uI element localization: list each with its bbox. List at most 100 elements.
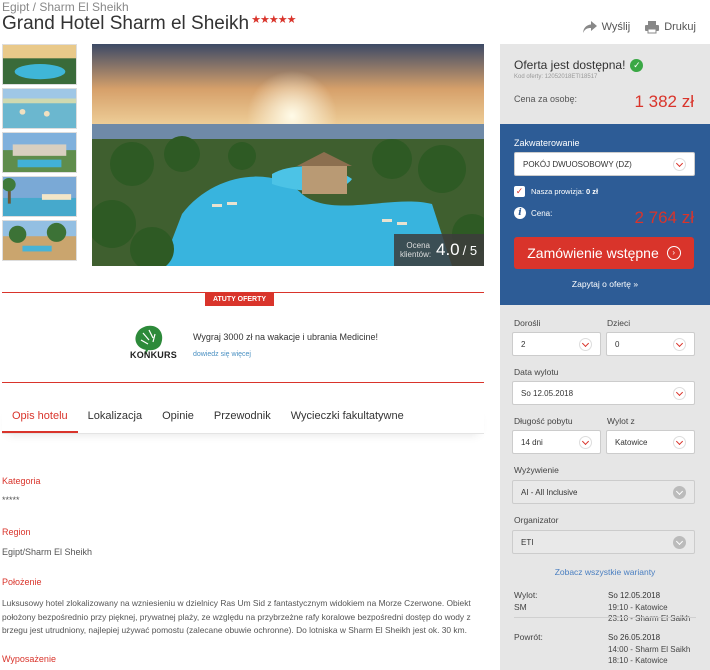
rating-max: / 5 xyxy=(462,242,478,258)
section-heading-region: Region xyxy=(2,527,31,537)
chevron-down-icon xyxy=(673,157,686,171)
commission-checkbox[interactable]: ✓ xyxy=(514,186,525,197)
hotel-photo xyxy=(92,44,484,266)
order-button[interactable]: Zamówienie wstępne › xyxy=(514,237,694,269)
departure-date-select[interactable]: So 12.05.2018 xyxy=(512,381,695,405)
departure-from-value: Katowice xyxy=(615,437,648,447)
return-line1: 14:00 - Sharm El Saikh xyxy=(608,644,691,654)
page-title: Grand Hotel Sharm el Sheikh ★★★★★ xyxy=(2,13,296,35)
printer-icon xyxy=(645,21,660,34)
outbound-line1: 19:10 - Katowice xyxy=(608,602,668,612)
share-arrow-icon xyxy=(582,21,597,33)
main-photo[interactable]: Ocena klientów: 4.0 / 5 xyxy=(92,44,484,266)
gallery-thumbnail[interactable] xyxy=(2,220,77,261)
board-select[interactable]: AI - All Inclusive xyxy=(512,480,695,504)
departure-date-label: Data wylotu xyxy=(514,367,559,377)
divider xyxy=(514,617,696,618)
accommodation-select[interactable]: POKÓJ DWUOSOBOWY (DZ) xyxy=(514,152,695,176)
return-details: So 26.05.2018 14:00 - Sharm El Saikh 18:… xyxy=(608,632,690,667)
tab-opis-hotelu[interactable]: Opis hotelu xyxy=(2,404,78,433)
header-actions: Wyślij Drukuj xyxy=(582,20,696,34)
order-button-label: Zamówienie wstępne xyxy=(527,245,659,261)
konkurs-logo: KONKURS xyxy=(125,324,185,364)
outbound-label-text: Wylot: xyxy=(514,590,538,600)
check-circle-icon: ✓ xyxy=(630,58,644,72)
see-all-variants-link[interactable]: Zobacz wszystkie warianty xyxy=(500,567,710,577)
children-value: 0 xyxy=(615,339,620,349)
duration-label: Długość pobytu xyxy=(514,416,573,426)
return-date: So 26.05.2018 xyxy=(608,633,661,642)
total-price: 2 764 zł xyxy=(634,208,694,227)
gallery-thumbnail[interactable] xyxy=(2,176,77,217)
organizer-select[interactable]: ETI xyxy=(512,530,695,554)
return-line2: 18:10 - Katowice xyxy=(608,656,668,665)
adults-select[interactable]: 2 xyxy=(512,332,601,356)
outbound-line2: 23:10 - Sharm El Saikh xyxy=(608,614,691,623)
gallery-thumbnail[interactable] xyxy=(2,132,77,173)
availability-text: Oferta jest dostępna! xyxy=(514,58,626,72)
chevron-down-icon xyxy=(579,435,592,449)
rating-label-line1: Ocena xyxy=(406,241,430,250)
rating-label-line2: klientów: xyxy=(400,250,432,259)
departure-date-value: So 12.05.2018 xyxy=(521,388,574,398)
info-icon[interactable]: i xyxy=(514,207,526,219)
promo-text: Wygraj 3000 zł na wakacje i ubrania Medi… xyxy=(193,332,379,342)
rating-label: Ocena klientów: xyxy=(400,241,432,259)
outbound-label: Wylot: SM xyxy=(514,589,538,613)
divider xyxy=(2,382,484,383)
hotel-name: Grand Hotel Sharm el Sheikh xyxy=(2,13,250,34)
chevron-down-icon xyxy=(673,386,686,400)
children-label: Dzieci xyxy=(607,318,631,328)
total-label: Cena: xyxy=(531,209,553,218)
adults-label: Dorośli xyxy=(514,318,541,328)
chevron-down-icon xyxy=(673,535,686,549)
availability-status: Oferta jest dostępna! ✓ xyxy=(514,58,644,72)
booking-sidebar: Oferta jest dostępna! ✓ Kod oferty: 1205… xyxy=(500,44,710,670)
polozenie-text: Luksusowy hotel zlokalizowany na wzniesi… xyxy=(2,598,471,635)
chevron-right-icon: › xyxy=(666,246,681,260)
tab-wycieczki[interactable]: Wycieczki fakultatywne xyxy=(281,404,414,433)
organizer-label: Organizator xyxy=(514,515,559,525)
duration-value: 14 dni xyxy=(521,437,543,447)
chevron-down-icon xyxy=(673,435,686,449)
hotel-stars: ★★★★★ xyxy=(251,14,296,26)
section-heading-wyposazenie: Wyposażenie xyxy=(2,654,56,664)
region-value: Egipt/Sharm El Sheikh xyxy=(2,547,93,557)
tab-lokalizacja[interactable]: Lokalizacja xyxy=(78,404,152,433)
customer-rating: Ocena klientów: 4.0 / 5 xyxy=(394,234,484,266)
promo-link[interactable]: dowiedz się więcej xyxy=(193,351,251,358)
board-value: AI - All Inclusive xyxy=(521,487,578,497)
send-label: Wyślij xyxy=(601,21,631,33)
outbound-sub: SM xyxy=(514,602,527,612)
organizer-value: ETI xyxy=(521,537,534,547)
section-heading-kategoria: Kategoria xyxy=(2,476,41,486)
price-per-person: 1 382 zł xyxy=(634,92,694,111)
outbound-details: So 12.05.2018 19:10 - Katowice 23:10 - S… xyxy=(608,590,690,625)
return-label: Powrót: xyxy=(514,632,543,642)
departure-from-label: Wylot z xyxy=(607,416,635,426)
rating-value: 4.0 xyxy=(436,240,460,259)
children-select[interactable]: 0 xyxy=(606,332,695,356)
print-button[interactable]: Drukuj xyxy=(644,20,696,34)
adults-value: 2 xyxy=(521,339,526,349)
commission-text: Nasza prowizja: 0 zł xyxy=(531,187,598,196)
gallery-thumbnail[interactable] xyxy=(2,44,77,85)
duration-select[interactable]: 14 dni xyxy=(512,430,601,454)
tab-przewodnik[interactable]: Przewodnik xyxy=(204,404,281,433)
commission-value: 0 zł xyxy=(586,187,599,196)
chevron-down-icon xyxy=(673,337,686,351)
board-label: Wyżywienie xyxy=(514,465,559,475)
kategoria-value: ***** xyxy=(2,495,20,505)
ask-offer-link[interactable]: Zapytaj o ofertę » xyxy=(500,279,710,289)
gallery-thumbnail[interactable] xyxy=(2,88,77,129)
breadcrumb[interactable]: Egipt / Sharm El Sheikh xyxy=(2,0,129,14)
departure-from-select[interactable]: Katowice xyxy=(606,430,695,454)
price-per-person-label: Cena za osobę: xyxy=(514,94,578,104)
accommodation-label: Zakwaterowanie xyxy=(514,138,580,148)
booking-panel: Zakwaterowanie POKÓJ DWUOSOBOWY (DZ) ✓ N… xyxy=(500,124,710,305)
thumbnail-strip xyxy=(2,44,77,264)
send-button[interactable]: Wyślij xyxy=(582,20,631,34)
tab-opinie[interactable]: Opinie xyxy=(152,404,204,433)
atuty-badge: ATUTY OFERTY xyxy=(205,293,275,306)
print-label: Drukuj xyxy=(664,21,696,33)
